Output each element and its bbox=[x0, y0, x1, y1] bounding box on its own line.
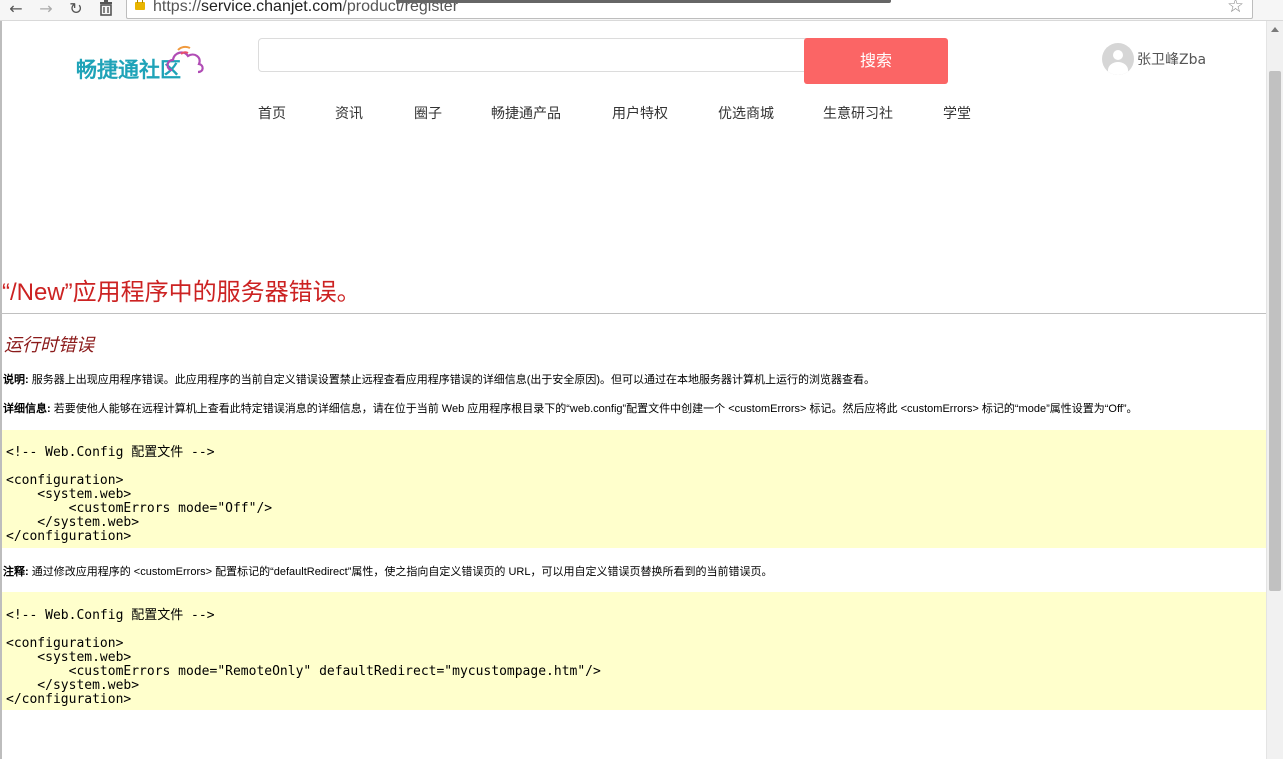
star-icon[interactable]: ☆ bbox=[1227, 0, 1244, 17]
config-code-block-2: <!-- Web.Config 配置文件 --> <configuration>… bbox=[2, 592, 1266, 710]
omnibox-dropdown-edge bbox=[396, 0, 891, 3]
code-line: </configuration> bbox=[6, 529, 132, 544]
note-text: 通过修改应用程序的 <customErrors> 配置标记的“defaultRe… bbox=[28, 566, 773, 578]
code-line: <!-- Web.Config 配置文件 --> bbox=[6, 445, 215, 460]
forward-icon[interactable]: → bbox=[36, 0, 56, 18]
error-note: 注释: 通过修改应用程序的 <customErrors> 配置标记的“defau… bbox=[3, 563, 772, 579]
error-subtitle: 运行时错误 bbox=[4, 335, 94, 356]
code-line: </system.web> bbox=[6, 515, 140, 530]
scroll-up-icon[interactable] bbox=[1271, 27, 1279, 32]
code-line: <configuration> bbox=[6, 473, 124, 488]
scrollbar-thumb[interactable] bbox=[1269, 71, 1281, 591]
details-text: 若要使他人能够在远程计算机上查看此特定错误消息的详细信息，请在位于当前 Web … bbox=[50, 403, 1138, 415]
nav-item-news[interactable]: 资讯 bbox=[335, 103, 363, 123]
nav-item-circles[interactable]: 圈子 bbox=[414, 103, 442, 123]
search-input[interactable] bbox=[258, 38, 820, 72]
vertical-scrollbar[interactable] bbox=[1266, 21, 1283, 759]
description-label: 说明: bbox=[3, 374, 29, 386]
nav-item-products[interactable]: 畅捷通产品 bbox=[491, 103, 561, 123]
avatar[interactable] bbox=[1102, 43, 1134, 75]
error-description: 说明: 服务器上出现应用程序错误。此应用程序的当前自定义错误设置禁止远程查看应用… bbox=[3, 371, 875, 387]
nav-item-academy[interactable]: 学堂 bbox=[943, 103, 971, 123]
username-link[interactable]: 张卫峰Zba bbox=[1137, 49, 1206, 69]
back-icon[interactable]: ← bbox=[6, 0, 26, 18]
description-text: 服务器上出现应用程序错误。此应用程序的当前自定义错误设置禁止远程查看应用程序错误… bbox=[28, 374, 876, 386]
main-nav: 首页 资讯 圈子 畅捷通产品 用户特权 优选商城 生意研习社 学堂 bbox=[0, 103, 1260, 125]
nav-item-business-school[interactable]: 生意研习社 bbox=[823, 103, 893, 123]
cloud-logo-icon bbox=[166, 45, 204, 74]
nav-item-mall[interactable]: 优选商城 bbox=[718, 103, 774, 123]
error-details: 详细信息: 若要使他人能够在远程计算机上查看此特定错误消息的详细信息，请在位于当… bbox=[3, 400, 1138, 416]
nav-item-home[interactable]: 首页 bbox=[258, 103, 286, 123]
code-line: <system.web> bbox=[6, 487, 132, 502]
nav-item-privileges[interactable]: 用户特权 bbox=[612, 103, 668, 123]
note-label: 注释: bbox=[3, 566, 29, 578]
site-logo[interactable]: 畅捷通社区 bbox=[76, 42, 206, 82]
config-code-block-1: <!-- Web.Config 配置文件 --> <configuration>… bbox=[2, 430, 1266, 548]
divider bbox=[0, 313, 1266, 314]
code-line: <!-- Web.Config 配置文件 --> bbox=[6, 608, 215, 623]
error-title: “/New”应用程序中的服务器错误。 bbox=[2, 279, 361, 306]
code-line: <customErrors mode="Off"/> bbox=[6, 501, 273, 516]
code-line: <configuration> bbox=[6, 636, 124, 651]
code-line: </configuration> bbox=[6, 692, 132, 707]
search-button[interactable]: 搜索 bbox=[804, 38, 948, 84]
code-line: </system.web> bbox=[6, 678, 140, 693]
trash-icon[interactable] bbox=[96, 0, 116, 18]
reload-icon[interactable]: ↻ bbox=[66, 0, 86, 18]
code-line: <system.web> bbox=[6, 650, 132, 665]
code-line: <customErrors mode="RemoteOnly" defaultR… bbox=[6, 664, 601, 679]
lock-icon bbox=[135, 0, 145, 10]
browser-toolbar: ← → ↻ https://service.chanjet.com/produc… bbox=[0, 0, 1283, 21]
details-label: 详细信息: bbox=[3, 403, 51, 415]
